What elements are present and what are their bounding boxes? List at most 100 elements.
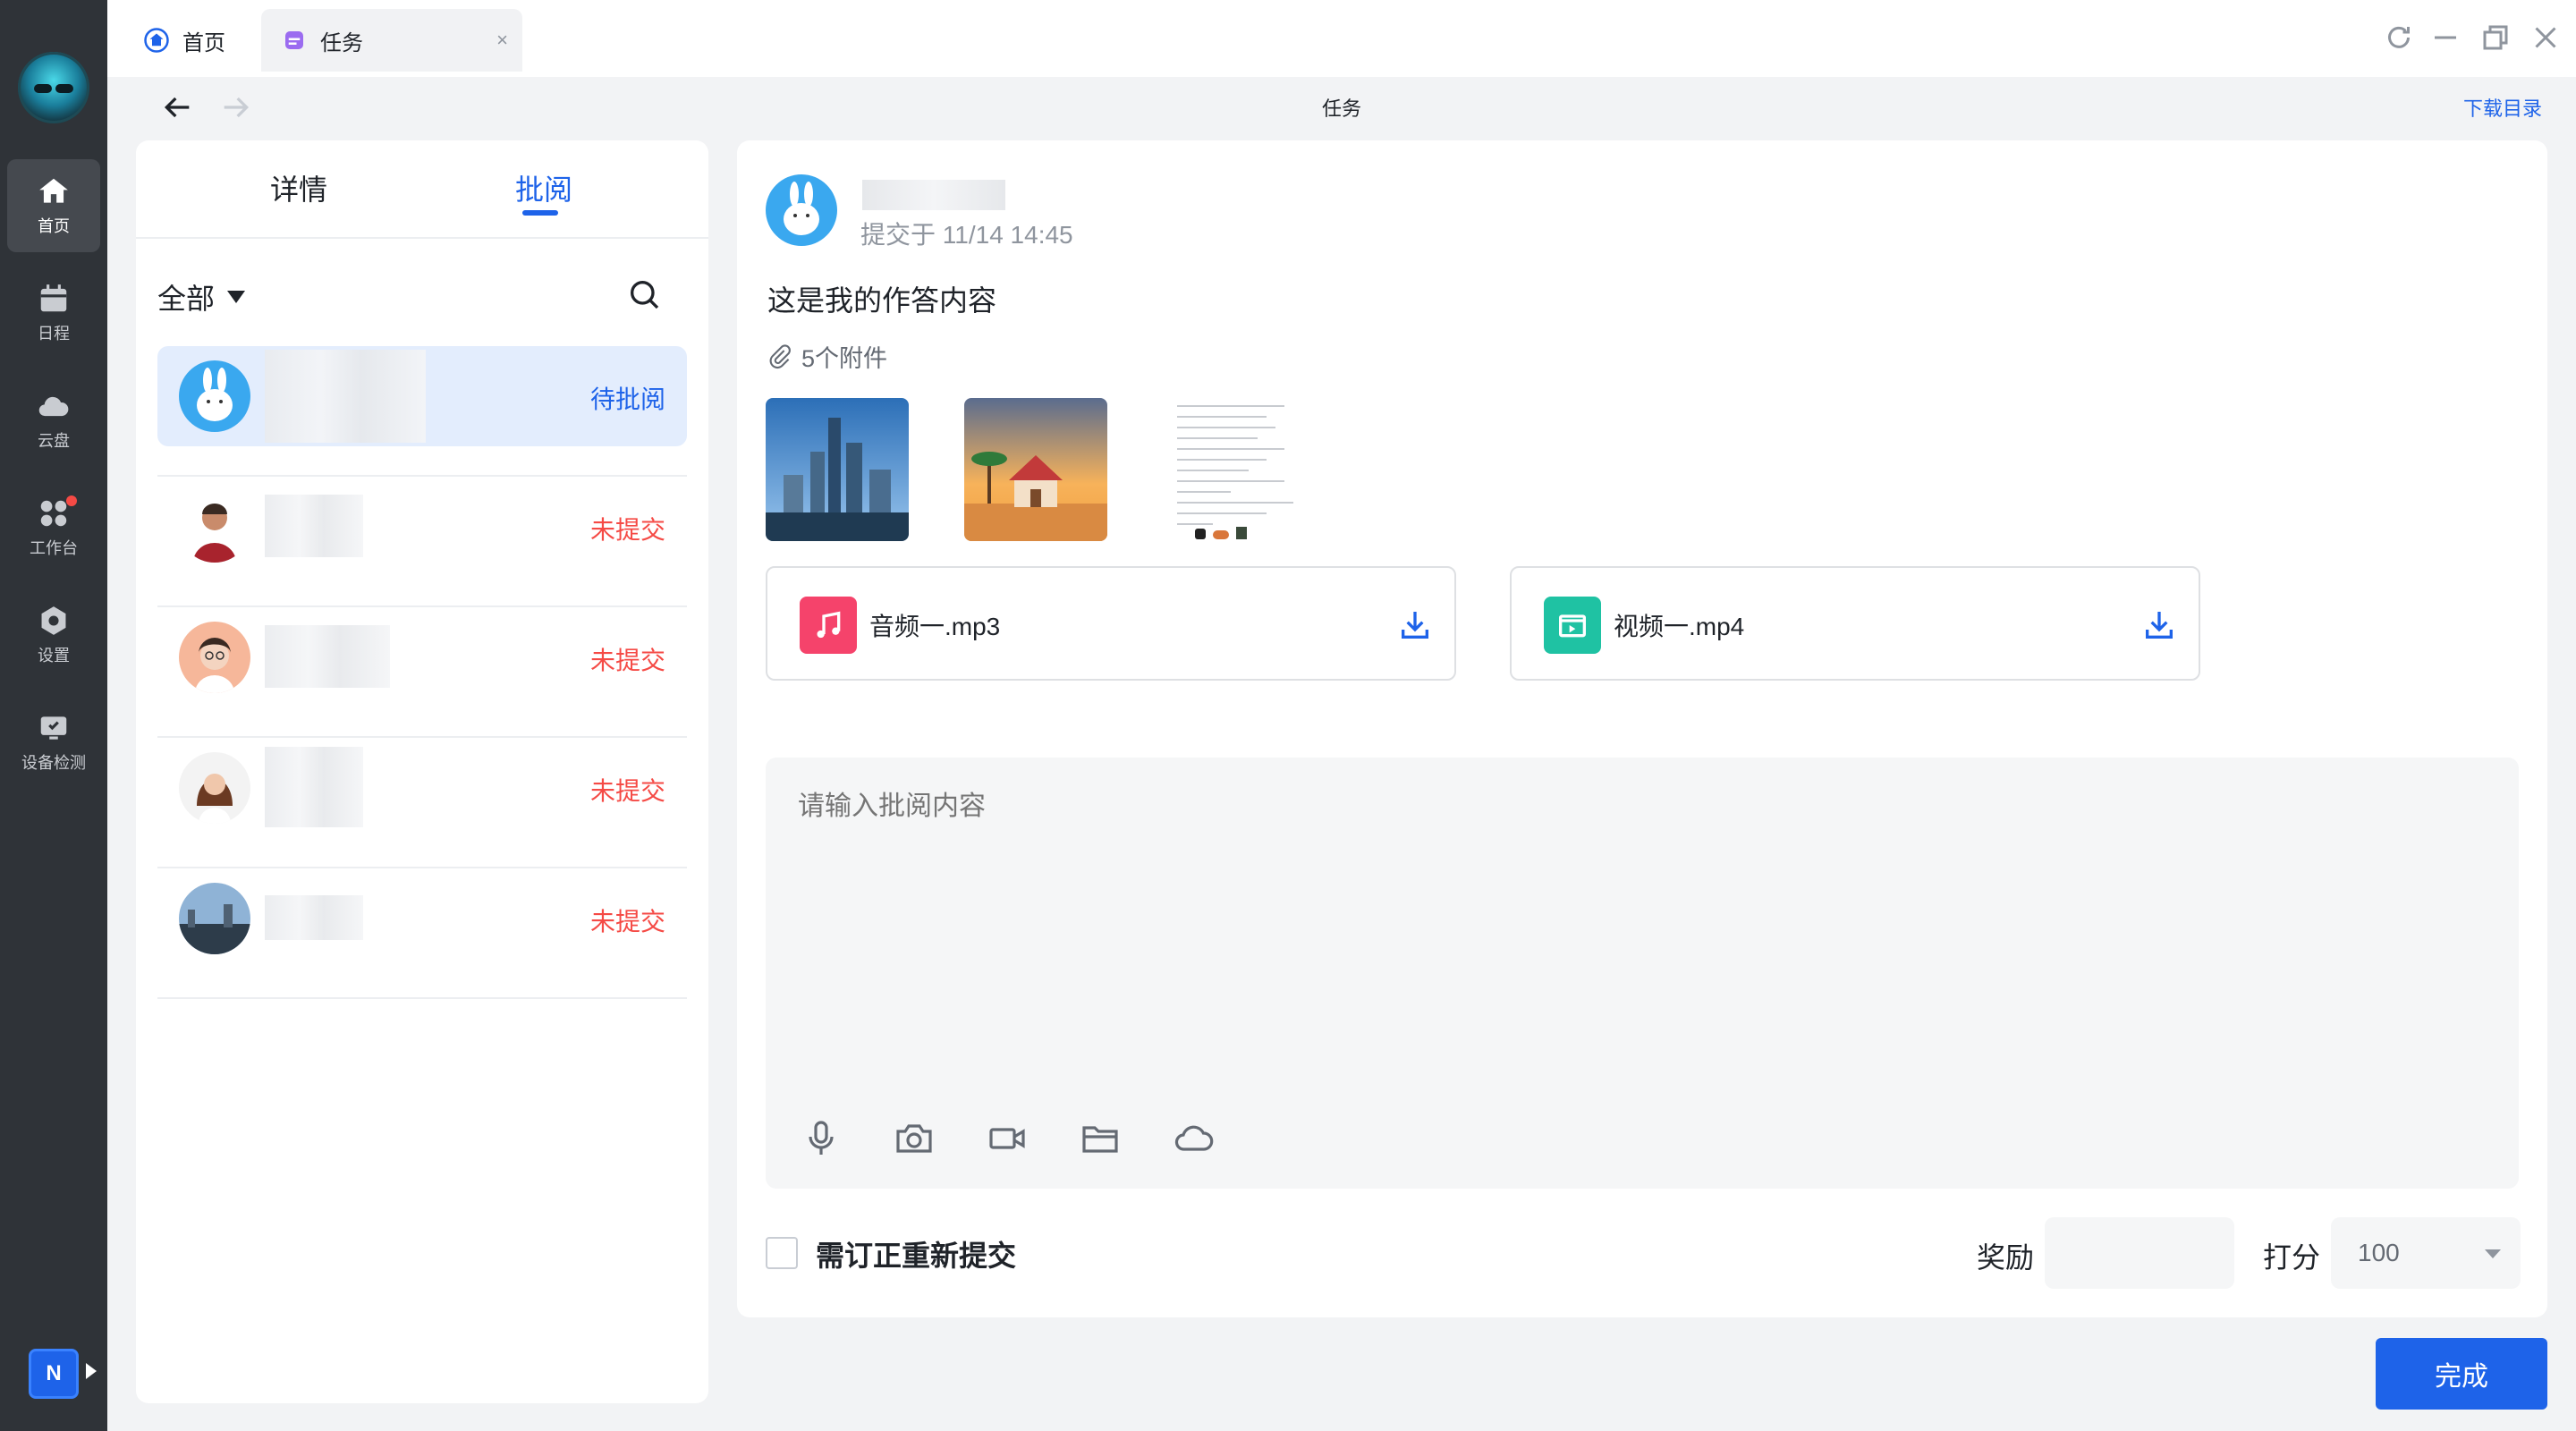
video-file-card[interactable]: 视频一.mp4 bbox=[1510, 566, 2200, 681]
app-sidebar: 首页 日程 云盘 工作台 设置 设备检测 N bbox=[0, 0, 107, 1431]
download-icon[interactable] bbox=[1397, 607, 1433, 643]
avatar bbox=[179, 360, 250, 432]
document-thumbnail[interactable] bbox=[1163, 398, 1306, 541]
filter-dropdown[interactable]: 全部 bbox=[157, 276, 246, 318]
reward-input[interactable] bbox=[2045, 1217, 2234, 1289]
student-name-blurred bbox=[265, 747, 363, 827]
image-thumbnail-city[interactable] bbox=[766, 398, 909, 541]
status-badge: 待批阅 bbox=[589, 385, 665, 413]
caret-down-icon bbox=[2485, 1249, 2501, 1258]
refresh-icon[interactable] bbox=[2383, 21, 2415, 54]
tab-label: 首页 bbox=[182, 30, 225, 55]
review-editor bbox=[766, 758, 2519, 1189]
student-name-blurred bbox=[265, 350, 426, 443]
microphone-icon[interactable] bbox=[800, 1117, 843, 1160]
notification-dot bbox=[66, 495, 77, 506]
download-directory-link[interactable]: 下载目录 bbox=[2463, 93, 2542, 122]
score-select[interactable]: 100 bbox=[2331, 1217, 2521, 1289]
student-row[interactable]: 未提交 bbox=[157, 607, 687, 738]
home-tab-icon bbox=[144, 28, 169, 53]
avatar bbox=[179, 883, 250, 954]
status-badge: 未提交 bbox=[589, 516, 665, 544]
submission-panel: 提交于 11/14 14:45 这是我的作答内容 5个附件 音频一.mp3 视频… bbox=[737, 140, 2547, 1317]
close-window-icon[interactable] bbox=[2529, 21, 2562, 54]
folder-icon[interactable] bbox=[1079, 1117, 1122, 1160]
forward-arrow-icon[interactable] bbox=[218, 89, 254, 125]
tab-task[interactable]: 任务 × bbox=[261, 9, 522, 72]
back-arrow-icon[interactable] bbox=[159, 89, 195, 125]
camera-icon[interactable] bbox=[893, 1117, 936, 1160]
rail-item-label: 工作台 bbox=[30, 539, 78, 557]
tab-details[interactable]: 详情 bbox=[270, 167, 327, 208]
status-badge: 未提交 bbox=[589, 777, 665, 805]
reward-label: 奖励 bbox=[1977, 1241, 2035, 1274]
image-thumbnail-house[interactable] bbox=[964, 398, 1107, 541]
avatar bbox=[179, 622, 250, 693]
file-name: 音频一.mp3 bbox=[869, 613, 1001, 640]
rail-item-settings[interactable]: 设置 bbox=[7, 588, 100, 682]
video-file-icon bbox=[1544, 597, 1601, 654]
expand-arrow-icon[interactable] bbox=[86, 1363, 97, 1379]
avatar bbox=[179, 752, 250, 824]
tab-review[interactable]: 批阅 bbox=[515, 167, 572, 208]
page-title: 任务 bbox=[1321, 97, 1361, 120]
student-list-panel: 详情 批阅 全部 待批阅 未提交 未提交 未提交 未提交 bbox=[136, 140, 708, 1403]
student-row[interactable]: 未提交 bbox=[157, 477, 687, 607]
calendar-icon bbox=[40, 284, 67, 312]
resubmit-checkbox[interactable] bbox=[766, 1237, 798, 1269]
music-file-icon bbox=[800, 597, 857, 654]
rail-item-cloud[interactable]: 云盘 bbox=[7, 374, 100, 467]
restore-icon[interactable] bbox=[2479, 21, 2512, 54]
done-button[interactable]: 完成 bbox=[2376, 1338, 2547, 1410]
student-name-blurred bbox=[265, 895, 363, 940]
student-row[interactable]: 待批阅 bbox=[157, 346, 687, 477]
avatar bbox=[179, 491, 250, 563]
filter-label: 全部 bbox=[157, 283, 216, 315]
task-tab-icon bbox=[285, 31, 303, 49]
audio-file-card[interactable]: 音频一.mp3 bbox=[766, 566, 1456, 681]
score-value: 100 bbox=[2358, 1239, 2400, 1266]
rail-item-workbench[interactable]: 工作台 bbox=[7, 481, 100, 574]
status-badge: 未提交 bbox=[589, 647, 665, 674]
home-icon bbox=[39, 178, 68, 203]
cloud-icon bbox=[38, 396, 69, 417]
submitter-name-blurred bbox=[862, 180, 1005, 210]
download-icon[interactable] bbox=[2141, 607, 2177, 643]
rail-item-label: 首页 bbox=[38, 217, 70, 235]
tab-home[interactable]: 首页 bbox=[143, 9, 225, 72]
student-row[interactable]: 未提交 bbox=[157, 738, 687, 868]
monitor-icon bbox=[40, 716, 67, 740]
status-badge: 未提交 bbox=[589, 908, 665, 936]
rail-item-label: 设备检测 bbox=[21, 754, 86, 772]
search-icon[interactable] bbox=[626, 276, 662, 312]
rail-item-device-check[interactable]: 设备检测 bbox=[7, 696, 100, 789]
gear-icon bbox=[41, 606, 66, 635]
rail-item-label: 设置 bbox=[38, 647, 70, 665]
video-camera-icon[interactable] bbox=[986, 1117, 1029, 1160]
minimize-icon[interactable] bbox=[2429, 21, 2462, 54]
active-tab-indicator bbox=[522, 210, 558, 216]
resubmit-label: 需订正重新提交 bbox=[816, 1240, 1017, 1272]
student-row[interactable]: 未提交 bbox=[157, 868, 687, 999]
avatar bbox=[766, 174, 837, 246]
review-input[interactable] bbox=[798, 792, 2408, 822]
tab-label: 任务 bbox=[320, 30, 363, 55]
divider bbox=[136, 237, 708, 239]
student-name-blurred bbox=[265, 625, 390, 688]
rail-item-home[interactable]: 首页 bbox=[7, 159, 100, 252]
score-label: 打分 bbox=[2263, 1241, 2321, 1274]
attachments-count: 5个附件 bbox=[767, 339, 887, 374]
paperclip-icon bbox=[769, 343, 791, 368]
app-switcher-button[interactable]: N bbox=[29, 1349, 79, 1399]
close-tab-icon[interactable]: × bbox=[496, 29, 508, 52]
student-name-blurred bbox=[265, 495, 363, 557]
rail-item-label: 日程 bbox=[38, 325, 70, 343]
submit-time: 提交于 11/14 14:45 bbox=[860, 221, 1073, 249]
rail-item-label: 云盘 bbox=[38, 432, 70, 450]
file-name: 视频一.mp4 bbox=[1614, 613, 1745, 640]
rail-item-schedule[interactable]: 日程 bbox=[7, 267, 100, 360]
cloud-upload-icon[interactable] bbox=[1172, 1117, 1215, 1160]
app-logo bbox=[18, 52, 89, 123]
caret-down-icon bbox=[227, 291, 246, 303]
answer-text: 这是我的作答内容 bbox=[767, 284, 997, 317]
